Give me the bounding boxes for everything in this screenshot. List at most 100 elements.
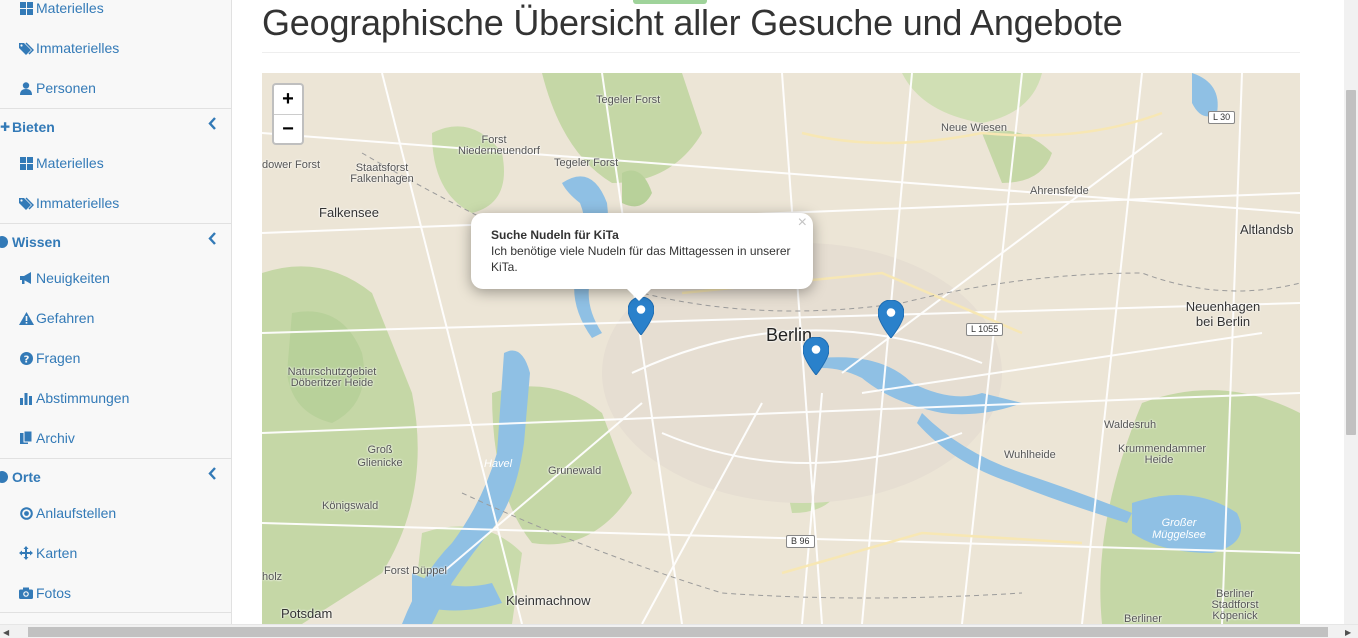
warning-icon bbox=[17, 311, 35, 325]
sidebar-item-neuigkeiten[interactable]: Neuigkeiten bbox=[0, 258, 231, 298]
dot-circle-icon bbox=[17, 506, 35, 520]
sidebar-item-abstimmungen[interactable]: Abstimmungen bbox=[0, 378, 231, 418]
sidebar-section-bieten[interactable]: ✚ Bieten bbox=[0, 108, 231, 144]
files-icon bbox=[17, 431, 35, 445]
sidebar-item-label: Materielles bbox=[36, 155, 104, 171]
section-label: Orte bbox=[12, 468, 41, 485]
map-label: Tegeler Forst bbox=[596, 94, 661, 106]
road-shield: L 30 bbox=[1208, 111, 1236, 124]
map-marker-pin-icon[interactable] bbox=[878, 300, 904, 338]
map-label: Berliner Stadtforst Köpenick bbox=[1202, 589, 1268, 622]
title-divider bbox=[262, 52, 1300, 53]
sidebar-item-fragen[interactable]: ? Fragen bbox=[0, 338, 231, 378]
sidebar-item-archiv[interactable]: Archiv bbox=[0, 418, 231, 458]
popup-text: Ich benötige viele Nudeln für das Mittag… bbox=[491, 244, 791, 274]
map-marker-pin-icon[interactable] bbox=[628, 297, 654, 335]
map[interactable]: Tegeler Forst Forst Niederneuendorf Tege… bbox=[262, 73, 1300, 624]
bar-chart-icon bbox=[17, 392, 35, 405]
page-title: Geographische Übersicht aller Gesuche un… bbox=[262, 2, 1123, 43]
map-label: Havel bbox=[484, 458, 513, 470]
sidebar-item-gefahren[interactable]: Gefahren bbox=[0, 298, 231, 338]
sidebar-item-label: Materielles bbox=[36, 0, 104, 16]
map-marker-pin-icon[interactable] bbox=[803, 337, 829, 375]
chevron-left-icon bbox=[208, 232, 217, 249]
user-icon bbox=[17, 81, 35, 95]
sidebar-item-anlaufstellen[interactable]: Anlaufstellen bbox=[0, 493, 231, 533]
map-label: dower Forst bbox=[262, 159, 321, 171]
zoom-in-button[interactable]: + bbox=[274, 85, 302, 114]
map-label: Großer Müggelsee bbox=[1148, 517, 1210, 541]
map-label-text: Groß Glienicke bbox=[357, 444, 403, 469]
sidebar-item-label: Neuigkeiten bbox=[36, 270, 110, 286]
map-popup: Suche Nudeln für KiTa Ich benötige viele… bbox=[471, 213, 813, 289]
move-icon bbox=[17, 546, 35, 560]
popup-title: Suche Nudeln für KiTa bbox=[491, 228, 619, 242]
sidebar-section-wissen[interactable]: Wissen bbox=[0, 223, 231, 259]
map-label: Königswald bbox=[322, 500, 379, 512]
map-label-text: Berliner Stadtforst Köpenick bbox=[1211, 588, 1259, 622]
tags-icon bbox=[17, 41, 35, 55]
horizontal-scrollbar[interactable]: ◀ ▶ bbox=[0, 624, 1358, 638]
map-label: Forst Niederneuendorf bbox=[458, 134, 540, 157]
grid-icon bbox=[17, 156, 35, 170]
map-label: Groß Glienicke bbox=[350, 444, 410, 470]
sidebar-item-personen[interactable]: Personen bbox=[0, 68, 231, 108]
section-label: Bieten bbox=[12, 118, 55, 135]
map-tiles bbox=[262, 73, 1300, 624]
sidebar-item-suchen-materielles[interactable]: Materielles bbox=[0, 0, 231, 28]
tags-icon bbox=[17, 196, 35, 210]
sidebar-item-label: Immaterielles bbox=[36, 40, 120, 56]
map-label: Grunewald bbox=[548, 465, 602, 477]
sidebar-item-label: Karten bbox=[36, 545, 78, 561]
sidebar-item-bieten-materielles[interactable]: Materielles bbox=[0, 143, 231, 183]
map-label: Staatsforst Falkenhagen bbox=[350, 163, 414, 185]
question-icon: ? bbox=[17, 351, 35, 365]
map-label-text: Neuenhagen bei Berlin bbox=[1185, 299, 1261, 329]
sidebar-item-fotos[interactable]: Fotos bbox=[0, 573, 231, 613]
sidebar-item-label: Immaterielles bbox=[36, 195, 120, 211]
sidebar-section-orte[interactable]: Orte bbox=[0, 458, 231, 494]
map-label-text: Staatsforst Falkenhagen bbox=[350, 162, 414, 185]
vertical-scrollbar[interactable] bbox=[1344, 0, 1358, 624]
map-label-text: Naturschutzgebiet Döberitzer Heide bbox=[287, 366, 377, 389]
camera-icon bbox=[17, 587, 35, 599]
map-label: Neuenhagen bei Berlin bbox=[1178, 299, 1268, 329]
map-label: Wuhlheide bbox=[1004, 449, 1056, 461]
map-label: Altlandsb bbox=[1240, 222, 1294, 237]
scrollbar-thumb[interactable] bbox=[28, 627, 1328, 637]
zoom-control: + − bbox=[272, 83, 304, 145]
sidebar-item-suchen-immaterielles[interactable]: Immaterielles bbox=[0, 28, 231, 68]
sidebar-item-karten[interactable]: Karten bbox=[0, 533, 231, 573]
map-label-text: Krummendammer Heide bbox=[1118, 443, 1207, 466]
scroll-right-icon[interactable]: ▶ bbox=[1345, 628, 1351, 637]
zoom-out-button[interactable]: − bbox=[274, 114, 302, 143]
map-label-text: Forst Niederneuendorf bbox=[458, 134, 540, 157]
road-shield: L 1055 bbox=[966, 323, 1004, 336]
map-label: Berliner bbox=[1124, 613, 1162, 624]
sidebar-divider bbox=[0, 612, 231, 613]
heart-icon: ✚ bbox=[0, 119, 11, 134]
chevron-left-icon bbox=[208, 117, 217, 134]
scroll-left-icon[interactable]: ◀ bbox=[3, 628, 9, 637]
svg-text:?: ? bbox=[23, 354, 29, 365]
map-label: Krummendammer Heide bbox=[1118, 443, 1207, 466]
sidebar-item-label: Anlaufstellen bbox=[36, 505, 117, 521]
sidebar-item-bieten-immaterielles[interactable]: Immaterielles bbox=[0, 183, 231, 223]
sidebar-item-label: Gefahren bbox=[36, 310, 95, 326]
map-label-text: Großer Müggelsee bbox=[1152, 517, 1206, 541]
chevron-left-icon bbox=[208, 467, 217, 484]
map-label: Naturschutzgebiet Döberitzer Heide bbox=[282, 367, 382, 389]
road-shield: B 96 bbox=[786, 535, 815, 548]
scrollbar-thumb[interactable] bbox=[1346, 90, 1356, 435]
close-icon[interactable]: × bbox=[798, 215, 807, 231]
map-label: Kleinmachnow bbox=[506, 593, 591, 608]
globe-icon bbox=[0, 470, 12, 483]
map-label: Forst Düppel bbox=[384, 565, 447, 577]
section-label: Wissen bbox=[12, 233, 61, 250]
sidebar-item-label: Fotos bbox=[36, 585, 72, 601]
map-label: holz bbox=[262, 571, 283, 583]
grid-icon bbox=[17, 1, 35, 15]
sidebar-item-label: Fragen bbox=[36, 350, 81, 366]
globe-icon bbox=[0, 235, 12, 248]
sidebar-item-label: Personen bbox=[36, 80, 96, 96]
